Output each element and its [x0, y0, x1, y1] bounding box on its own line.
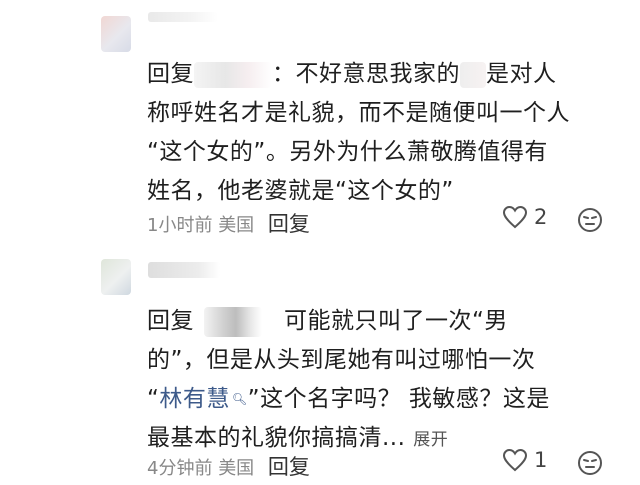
timestamp: 4分钟前 [147, 458, 213, 479]
reply-prefix: 回复 [147, 61, 194, 87]
heart-icon [502, 448, 528, 472]
like-count: 1 [534, 448, 548, 472]
like-button[interactable]: 2 [502, 205, 547, 229]
redacted-word [460, 61, 486, 88]
location: 美国 [218, 458, 255, 479]
redacted-username [204, 306, 262, 337]
dislike-emoji-icon[interactable] [577, 450, 603, 476]
comment-text: 回复 ：不好意思我家的 是对人 称呼姓名才是礼貌，而不是随便叫一个人 “这个女的”。… [147, 61, 570, 204]
username-redacted[interactable] [148, 262, 220, 278]
reply-button[interactable]: 回复 [268, 455, 310, 479]
like-button[interactable]: 1 [502, 448, 547, 472]
reply-prefix: 回复 [147, 308, 194, 334]
location: 美国 [218, 215, 255, 236]
redacted-username [194, 61, 272, 88]
reply-button[interactable]: 回复 [268, 212, 310, 236]
dislike-emoji-icon[interactable] [577, 207, 603, 233]
search-icon[interactable]: 🔍︎ [232, 392, 248, 406]
timestamp: 1小时前 [147, 215, 213, 236]
comment-meta: 1小时前 美国 回复 [147, 208, 310, 238]
username-redacted[interactable] [148, 12, 218, 22]
expand-link[interactable]: 展开 [413, 430, 448, 450]
comment-text: 回复 可能就只叫了一次“男 的”，但是从头到尾她有叫过哪怕一次 “林有慧 🔍︎”这个… [147, 306, 550, 451]
heart-icon [502, 205, 528, 229]
mention-link[interactable]: 林有慧 [159, 386, 230, 412]
avatar[interactable] [101, 259, 131, 295]
comment-meta: 4分钟前 美国 回复 [147, 451, 310, 481]
avatar[interactable] [101, 16, 131, 52]
like-count: 2 [534, 205, 548, 229]
